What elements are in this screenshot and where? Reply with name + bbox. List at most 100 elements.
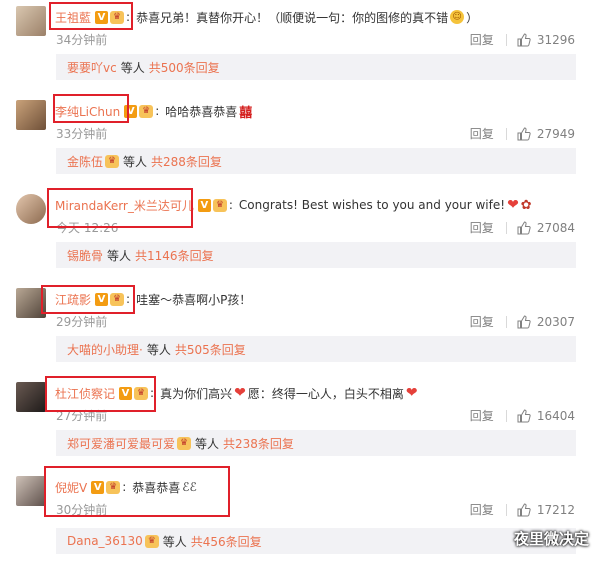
comment-item: 江疏影 V ♛ : 哇塞～恭喜啊小P孩！ 29分钟前 回复 20307 大喵的小… xyxy=(0,282,597,376)
reply-button[interactable]: 回复 xyxy=(470,313,494,330)
heart-icon: ❤ xyxy=(405,385,418,401)
divider xyxy=(505,127,507,140)
thumbs-up-icon[interactable] xyxy=(517,314,531,329)
verified-v-icon: V xyxy=(119,386,133,400)
colon-separator: : xyxy=(155,104,160,118)
scribble-icon: ℰℰ xyxy=(182,480,197,494)
reply-button[interactable]: 回复 xyxy=(470,31,494,48)
username[interactable]: 江疏影 xyxy=(55,291,91,308)
reply-users[interactable]: 锡脆骨 xyxy=(67,247,103,264)
reply-button[interactable]: 回复 xyxy=(470,219,494,236)
reply-count-link[interactable]: 共1146条回复 xyxy=(135,247,214,264)
reply-users[interactable]: 大喵的小助理· xyxy=(67,341,143,358)
comment-text: Congrats! Best wishes to you and your wi… xyxy=(238,198,506,212)
vip-crown-icon: ♛ xyxy=(110,292,125,306)
comment-time: 34分钟前 xyxy=(56,33,108,47)
comment-text: 哇塞～恭喜啊小P孩！ xyxy=(136,292,252,307)
grin-emoji-icon: ☺ xyxy=(450,10,465,24)
reply-mid-text: 等人 xyxy=(107,248,132,263)
like-count: 27949 xyxy=(536,126,575,141)
reply-count-link[interactable]: 共500条回复 xyxy=(149,59,220,76)
colon-separator: : xyxy=(126,10,131,24)
avatar[interactable] xyxy=(16,288,46,318)
divider xyxy=(505,503,507,516)
comment-item: 李纯LiChun V ♛ : 哈哈恭喜恭喜 囍 33分钟前 回复 27949 金… xyxy=(0,94,597,188)
vip-crown-icon: ♛ xyxy=(177,436,192,450)
like-count: 31296 xyxy=(536,32,575,47)
divider xyxy=(505,221,507,234)
avatar[interactable] xyxy=(16,100,46,130)
verified-v-icon: V xyxy=(124,104,138,118)
colon-separator: : xyxy=(150,386,155,400)
thumbs-up-icon[interactable] xyxy=(517,408,531,423)
like-count: 27084 xyxy=(536,220,575,235)
reply-summary-bar[interactable]: 郑可爱潘可爱最可爱 ♛ 等人 共238条回复 xyxy=(56,430,576,456)
reply-mid-text: 等人 xyxy=(162,534,187,549)
divider xyxy=(505,409,507,422)
reply-summary-bar[interactable]: 锡脆骨 等人 共1146条回复 xyxy=(56,242,576,268)
username[interactable]: MirandaKerr_米兰达可儿 xyxy=(55,197,194,214)
comment-item: 杜江侦察记 V ♛ : 真为你们高兴 ❤ 愿：终得一心人，白头不相离 ❤ 27分… xyxy=(0,376,597,470)
like-count: 17212 xyxy=(536,502,575,517)
divider xyxy=(505,315,507,328)
reply-users[interactable]: 郑可爱潘可爱最可爱 xyxy=(67,435,175,452)
comment-text: 恭喜恭喜 xyxy=(132,480,181,495)
reply-summary-bar[interactable]: Dana_36130 ♛ 等人 共456条回复 xyxy=(56,528,576,554)
thumbs-up-icon[interactable] xyxy=(517,126,531,141)
comment-item: 倪妮V V ♛ : 恭喜恭喜 ℰℰ 30分钟前 回复 17212 Dana_36… xyxy=(0,470,597,564)
reply-mid-text: 等人 xyxy=(123,154,148,169)
username[interactable]: 倪妮V xyxy=(55,479,87,496)
reply-count-link[interactable]: 共505条回复 xyxy=(175,341,246,358)
thumbs-up-icon[interactable] xyxy=(517,32,531,47)
thumbs-up-icon[interactable] xyxy=(517,502,531,517)
reply-summary-bar[interactable]: 大喵的小助理· 等人 共505条回复 xyxy=(56,336,576,362)
watermark: 夜里微决定 xyxy=(513,530,589,548)
reply-summary-bar[interactable]: 金陈伍 ♛ 等人 共288条回复 xyxy=(56,148,576,174)
comment-time: 33分钟前 xyxy=(56,127,108,141)
username[interactable]: 杜江侦察记 xyxy=(55,385,115,402)
vip-crown-icon: ♛ xyxy=(134,386,149,400)
reply-button[interactable]: 回复 xyxy=(470,125,494,142)
comment-text: 恭喜兄弟！真替你开心！（顺便说一句：你的图修的真不错 xyxy=(136,10,449,25)
reply-mid-text: 等人 xyxy=(195,436,220,451)
avatar[interactable] xyxy=(16,382,46,412)
avatar[interactable] xyxy=(16,194,46,224)
divider xyxy=(505,33,507,46)
vip-crown-icon: ♛ xyxy=(110,10,125,24)
reply-summary-bar[interactable]: 要要吖vc 等人 共500条回复 xyxy=(56,54,576,80)
vip-crown-icon: ♛ xyxy=(139,104,154,118)
comment-text: 真为你们高兴 xyxy=(160,386,233,401)
reply-users[interactable]: Dana_36130 xyxy=(67,534,143,548)
reply-count-link[interactable]: 共456条回复 xyxy=(191,533,262,550)
vip-crown-icon: ♛ xyxy=(144,534,159,548)
thumbs-up-icon[interactable] xyxy=(517,220,531,235)
vip-crown-icon: ♛ xyxy=(105,154,120,168)
comment-text-end: ） xyxy=(466,10,479,25)
reply-users[interactable]: 要要吖vc xyxy=(67,59,117,76)
reply-button[interactable]: 回复 xyxy=(470,501,494,518)
username[interactable]: 李纯LiChun xyxy=(55,103,120,120)
reply-count-link[interactable]: 共238条回复 xyxy=(223,435,294,452)
like-count: 20307 xyxy=(536,314,575,329)
comment-item: 王祖藍 V ♛ : 恭喜兄弟！真替你开心！（顺便说一句：你的图修的真不错 ☺ ）… xyxy=(0,0,597,94)
comment-text-mid: 愿：终得一心人，白头不相离 xyxy=(247,386,404,401)
comment-time: 30分钟前 xyxy=(56,503,108,517)
rose-icon: ✿ xyxy=(520,197,532,213)
avatar[interactable] xyxy=(16,6,46,36)
comment-text: 哈哈恭喜恭喜 xyxy=(165,104,238,119)
verified-v-icon: V xyxy=(95,292,109,306)
like-count: 16404 xyxy=(536,408,575,423)
reply-mid-text: 等人 xyxy=(146,342,171,357)
reply-users[interactable]: 金陈伍 xyxy=(67,153,103,170)
vip-crown-icon: ♛ xyxy=(212,198,227,212)
avatar[interactable] xyxy=(16,476,46,506)
colon-separator: : xyxy=(228,198,233,212)
comment-time: 今天 12:26 xyxy=(56,221,119,235)
reply-mid-text: 等人 xyxy=(120,60,145,75)
verified-v-icon: V xyxy=(91,480,105,494)
heart-icon: ❤ xyxy=(234,385,246,401)
reply-button[interactable]: 回复 xyxy=(470,407,494,424)
reply-count-link[interactable]: 共288条回复 xyxy=(151,153,222,170)
colon-separator: : xyxy=(126,292,131,306)
username[interactable]: 王祖藍 xyxy=(55,9,91,26)
